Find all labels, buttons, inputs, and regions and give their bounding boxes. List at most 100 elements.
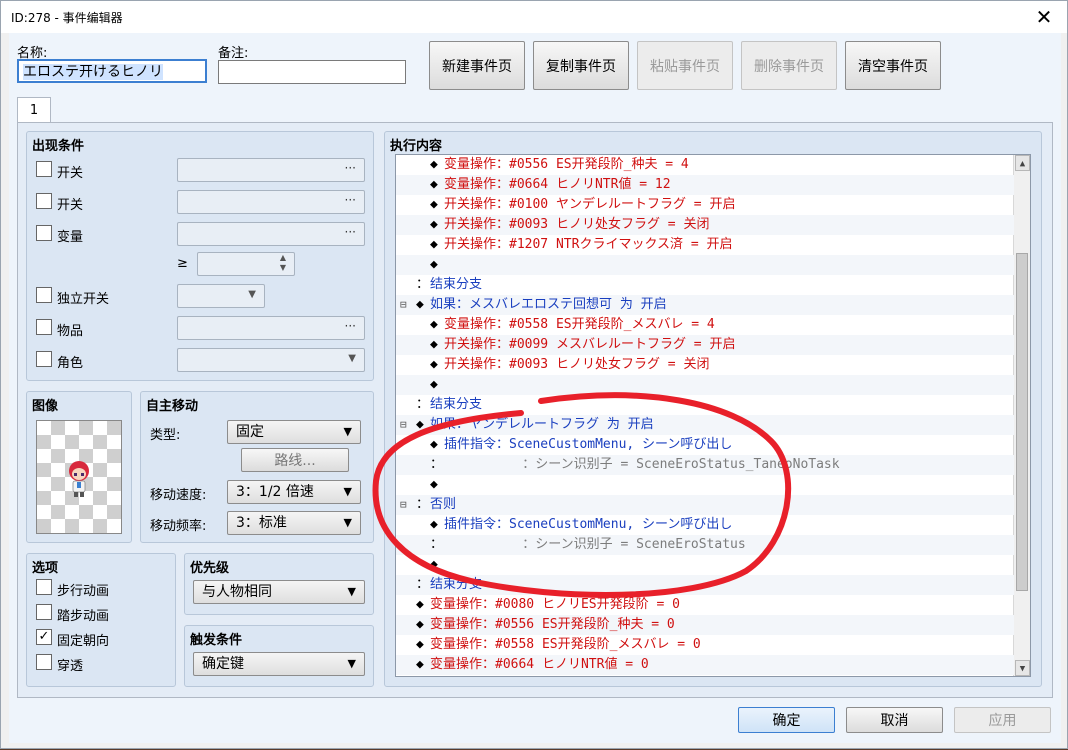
stepping-animation-checkbox[interactable] [36, 604, 52, 620]
variable-field[interactable]: ··· [177, 222, 365, 246]
command-row[interactable]: ◆ 变量操作：#0558 ES开発段阶_メスバレ = 4 [396, 315, 1014, 335]
variable-label: 变量 [57, 230, 84, 245]
event-image-picker[interactable] [36, 420, 122, 534]
event-name-input[interactable]: エロステ开けるヒノリ [17, 59, 207, 83]
command-bullet: ◆ [430, 477, 438, 492]
command-row[interactable]: ◆ 变量操作：#0556 ES开発段阶_种夫 = 0 [396, 615, 1014, 635]
client-area: 名称: エロステ开けるヒノリ 备注: 新建事件页 复制事件页 粘贴事件页 删除事… [9, 33, 1061, 743]
ok-button[interactable]: 确定 [738, 707, 835, 733]
self-switch-combo[interactable]: ▼ [177, 284, 265, 308]
command-text: 变量操作：#0556 ES开発段阶_种夫 = 4 [444, 157, 689, 172]
route-button[interactable]: 路线... [241, 448, 349, 472]
command-bullet: ◆ [430, 317, 438, 332]
scroll-up-icon[interactable]: ▲ [1015, 155, 1030, 171]
variable-value-spinner[interactable]: ▲ ▼ [197, 252, 295, 276]
command-text: 变量操作：#0558 ES开発段阶_メスバレ = 0 [430, 637, 701, 652]
move-frequency-select[interactable]: 3：标准 ▼ [227, 511, 361, 535]
command-row[interactable]: ◆ 变量操作：#0558 ES开発段阶_メスバレ = 0 [396, 635, 1014, 655]
vertical-scrollbar[interactable]: ▲ ▼ [1013, 155, 1030, 676]
note-input[interactable] [218, 60, 406, 84]
command-bullet: ◆ [430, 377, 438, 392]
self-switch-checkbox[interactable] [36, 287, 52, 303]
move-speed-select[interactable]: 3：1/2 倍速 ▼ [227, 480, 361, 504]
scroll-down-icon[interactable]: ▼ [1015, 660, 1030, 676]
command-row[interactable]: ◆ 插件指令：SceneCustomMenu, シーン呼び出し [396, 435, 1014, 455]
move-frequency-value: 3：标准 [236, 515, 287, 531]
move-type-select[interactable]: 固定 ▼ [227, 420, 361, 444]
close-icon[interactable]: ✕ [1031, 4, 1057, 30]
command-row[interactable]: ： ：シーン识别子 = SceneEroStatus_TaneoNoTask [396, 455, 1014, 475]
command-bullet: ◆ [416, 297, 424, 312]
cancel-button[interactable]: 取消 [846, 707, 943, 733]
spin-down-icon[interactable]: ▼ [280, 263, 286, 272]
command-bullet: ◆ [430, 217, 438, 232]
command-row[interactable]: ◆ [396, 255, 1014, 275]
priority-select[interactable]: 与人物相同 ▼ [193, 580, 365, 604]
speed-label: 移动速度: [150, 488, 207, 503]
note-label: 备注: [218, 46, 249, 61]
command-row[interactable]: ◆ 变量操作：#0080 ヒノリES开発段阶 = 0 [396, 595, 1014, 615]
command-row[interactable]: ◆ 变量操作：#0556 ES开発段阶_种夫 = 4 [396, 155, 1014, 175]
collapse-icon[interactable]: ⊟ [400, 415, 407, 435]
switch2-field[interactable]: ··· [177, 190, 365, 214]
direction-fix-checkbox[interactable]: ✓ [36, 629, 52, 645]
command-bullet: ： [430, 457, 444, 472]
dots-icon: ··· [344, 161, 356, 175]
command-row[interactable]: ◆ 开关操作：#0099 メスバレルートフラグ = 开启 [396, 335, 1014, 355]
command-row[interactable]: ◆ 变量操作：#0664 ヒノリNTR値 = 12 [396, 175, 1014, 195]
walking-animation-label: 步行动画 [57, 584, 110, 599]
command-row[interactable]: ：结束分支 [396, 275, 1014, 295]
command-row[interactable]: ◆ [396, 375, 1014, 395]
item-checkbox[interactable] [36, 319, 52, 335]
command-row[interactable]: ： ：シーン识别子 = SceneEroStatus [396, 535, 1014, 555]
command-row[interactable]: ⊟ ◆ 如果：ヤンデレルートフラグ 为 开启 [396, 415, 1014, 435]
command-row[interactable]: ◆ 插件指令：SceneCustomMenu, シーン呼び出し [396, 515, 1014, 535]
walking-animation-checkbox[interactable] [36, 579, 52, 595]
switch2-label: 开关 [57, 198, 84, 213]
command-row[interactable]: ◆ [396, 475, 1014, 495]
clear-page-button[interactable]: 清空事件页 [845, 41, 941, 90]
command-list[interactable]: ▲ ▼ ◆ 变量操作：#0556 ES开発段阶_种夫 = 4 ◆ 变量操作：#0664… [395, 154, 1031, 677]
collapse-icon[interactable]: ⊟ [400, 495, 407, 515]
paste-page-button[interactable]: 粘贴事件页 [637, 41, 733, 90]
dots-icon: ··· [344, 319, 356, 333]
copy-page-button[interactable]: 复制事件页 [533, 41, 629, 90]
command-row[interactable]: ⊟ ◆ 如果：メスバレエロステ回想可 为 开启 [396, 295, 1014, 315]
command-bullet: ： [416, 397, 430, 412]
delete-page-button[interactable]: 删除事件页 [741, 41, 837, 90]
image-title: 图像 [32, 399, 59, 414]
command-row[interactable]: ◆ 开关操作：#0093 ヒノリ处女フラグ = 关闭 [396, 215, 1014, 235]
actor-checkbox[interactable] [36, 351, 52, 367]
apply-button[interactable]: 应用 [954, 707, 1051, 733]
command-row[interactable]: ◆ 开关操作：#1207 NTRクライマックス済 = 开启 [396, 235, 1014, 255]
scroll-thumb[interactable] [1016, 253, 1028, 591]
command-row[interactable]: ◆ [396, 555, 1014, 575]
trigger-select[interactable]: 确定键 ▼ [193, 652, 365, 676]
command-text: 开关操作：#0093 ヒノリ处女フラグ = 关闭 [444, 357, 710, 372]
priority-title: 优先级 [190, 561, 230, 576]
command-text: ：シーン识别子 = SceneEroStatus_TaneoNoTask [444, 457, 840, 472]
command-row[interactable]: ◆ 变量操作：#0664 ヒノリNTR値 = 0 [396, 655, 1014, 675]
switch1-checkbox[interactable] [36, 161, 52, 177]
item-field[interactable]: ··· [177, 316, 365, 340]
new-page-button[interactable]: 新建事件页 [429, 41, 525, 90]
command-row[interactable]: ：结束分支 [396, 395, 1014, 415]
through-checkbox[interactable] [36, 654, 52, 670]
switch1-label: 开关 [57, 166, 84, 181]
command-bullet: ◆ [430, 197, 438, 212]
command-row[interactable]: ⊟ ：否则 [396, 495, 1014, 515]
command-text: 开关操作：#0093 ヒノリ处女フラグ = 关闭 [444, 217, 710, 232]
actor-combo[interactable]: ▼ [177, 348, 365, 372]
command-row[interactable]: ：结束分支 [396, 575, 1014, 595]
switch2-checkbox[interactable] [36, 193, 52, 209]
command-text: 结束分支 [430, 277, 483, 292]
switch1-field[interactable]: ··· [177, 158, 365, 182]
command-text: 开关操作：#0099 メスバレルートフラグ = 开启 [444, 337, 736, 352]
tab-page-1[interactable]: 1 [17, 97, 51, 123]
collapse-icon[interactable]: ⊟ [400, 295, 407, 315]
spin-up-icon[interactable]: ▲ [280, 253, 286, 262]
through-label: 穿透 [57, 659, 84, 674]
command-row[interactable]: ◆ 开关操作：#0100 ヤンデレルートフラグ = 开启 [396, 195, 1014, 215]
variable-checkbox[interactable] [36, 225, 52, 241]
command-row[interactable]: ◆ 开关操作：#0093 ヒノリ处女フラグ = 关闭 [396, 355, 1014, 375]
